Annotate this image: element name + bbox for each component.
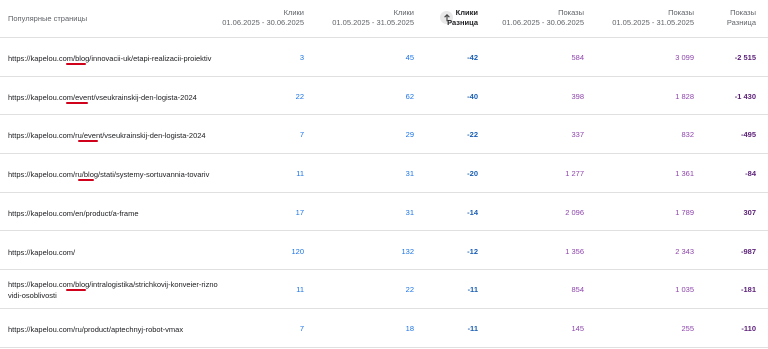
impressions-difference: -1 430	[734, 91, 756, 101]
header-clicks-previous-period: 01.05.2025 - 31.05.2025	[332, 18, 414, 27]
header-impr-previous-period: 01.05.2025 - 31.05.2025	[612, 18, 694, 27]
clicks-current: 17	[295, 207, 304, 217]
impressions-previous: 1 361	[675, 169, 694, 179]
table-row[interactable]: https://kapelou.com/120 132 -12 1 356 2 343 -…	[0, 232, 768, 271]
header-impr-diff-sublabel: Разница	[726, 18, 756, 27]
impressions-current: 2 096	[565, 207, 584, 217]
clicks-current: 7	[299, 130, 304, 140]
page-url-line: https://kapelou.com/event/vseukrainskij-…	[8, 92, 197, 102]
impressions-previous: 1 828	[675, 91, 694, 101]
header-clicks-previous-label: Клики	[393, 8, 414, 17]
header-clicks-diff-label: Клики	[455, 8, 478, 17]
clicks-difference: -14	[467, 207, 478, 217]
clicks-current: 22	[295, 91, 304, 101]
header-impr-previous[interactable]: Показы 01.05.2025 - 31.05.2025	[612, 8, 694, 28]
header-clicks-diff[interactable]: Клики Разница	[447, 8, 478, 28]
clicks-difference: -40	[467, 91, 478, 101]
impressions-current: 398	[571, 91, 584, 101]
impressions-difference: -110	[741, 323, 756, 333]
impressions-previous: 255	[681, 323, 694, 333]
clicks-difference: -12	[467, 246, 478, 256]
clicks-current: 7	[299, 323, 304, 333]
header-impr-diff[interactable]: Показы Разница	[727, 8, 756, 28]
impressions-difference: -181	[740, 285, 756, 295]
page-url-line: https://kapelou.com/	[8, 247, 76, 257]
impressions-previous: 2 343	[675, 246, 694, 256]
clicks-previous: 132	[401, 246, 414, 256]
red-underline-annotation	[66, 63, 86, 65]
impressions-previous: 3 099	[675, 53, 694, 62]
header-impr-current-label: Показы	[558, 8, 584, 17]
impressions-current: 1 277	[565, 169, 584, 179]
table-header: Популярные страницы Клики 01.06.2025 - 3…	[0, 0, 768, 38]
header-impr-previous-label: Показы	[668, 8, 694, 17]
clicks-current: 11	[296, 169, 304, 179]
table-row[interactable]: https://kapelou.com/ru/product/aptechnyj…	[0, 309, 768, 348]
impressions-difference: -2 515	[734, 53, 756, 62]
page-url-link[interactable]: https://kapelou.com/ru/event/vseukrainsk…	[8, 130, 228, 141]
impressions-current: 584	[571, 53, 584, 62]
table-row[interactable]: https://kapelou.com/en/product/a-frame 17…	[0, 193, 768, 232]
impressions-difference: -84	[745, 169, 756, 179]
clicks-current: 3	[299, 53, 304, 62]
clicks-previous: 22	[405, 285, 414, 295]
table-row[interactable]: https://kapelou.com/ru/event/vseukrainsk…	[0, 115, 768, 155]
header-clicks-current-label: Клики	[283, 8, 304, 17]
page-url-link[interactable]: https://kapelou.com/en/product/a-frame	[8, 208, 228, 219]
header-pages[interactable]: Популярные страницы	[8, 14, 87, 24]
clicks-difference: -22	[467, 130, 478, 140]
page-url-link[interactable]: https://kapelou.com/blog/intralogistika/…	[8, 279, 228, 301]
page-url-line-2: vidi-osoblivosti	[8, 291, 57, 301]
clicks-difference: -11	[467, 285, 478, 295]
clicks-difference: -20	[467, 169, 478, 179]
impressions-current: 145	[571, 323, 584, 333]
page-url-line: https://kapelou.com/en/product/a-frame	[8, 208, 139, 218]
red-underline-annotation	[66, 101, 88, 104]
clicks-previous: 62	[405, 91, 414, 101]
clicks-previous: 29	[405, 130, 414, 140]
clicks-previous: 31	[405, 207, 414, 217]
impressions-previous: 1 789	[675, 207, 694, 217]
page-url-line: https://kapelou.com/ru/event/vseukrainsk…	[8, 131, 206, 141]
header-clicks-current-period: 01.06.2025 - 30.06.2025	[222, 18, 304, 27]
header-impr-current-period: 01.06.2025 - 30.06.2025	[502, 18, 584, 27]
page-url-line: https://kapelou.com/ru/product/aptechnyj…	[8, 324, 184, 334]
page-url-link[interactable]: https://kapelou.com/event/vseukrainskij-…	[8, 92, 228, 103]
red-underline-annotation	[78, 140, 98, 143]
red-underline-annotation	[66, 289, 86, 292]
table-row[interactable]: https://kapelou.com/ru/blog/stati/system…	[0, 154, 768, 193]
header-impr-diff-label: Показы	[730, 8, 756, 17]
clicks-previous: 31	[405, 169, 414, 179]
red-underline-annotation	[78, 179, 94, 182]
clicks-previous: 45	[405, 53, 414, 62]
impressions-previous: 1 035	[675, 285, 694, 295]
impressions-current: 337	[571, 130, 584, 140]
header-clicks-current[interactable]: Клики 01.06.2025 - 30.06.2025	[222, 8, 304, 28]
page-url-link[interactable]: https://kapelou.com/blog/innovacii-uk/et…	[8, 53, 228, 64]
header-impr-current[interactable]: Показы 01.06.2025 - 30.06.2025	[502, 8, 584, 28]
header-clicks-diff-sublabel: Разница	[447, 18, 478, 27]
table-row[interactable]: https://kapelou.com/event/vseukrainskij-…	[0, 77, 768, 116]
page-url-line: https://kapelou.com/blog/innovacii-uk/et…	[8, 54, 212, 63]
clicks-difference: -11	[467, 323, 478, 333]
impressions-current: 854	[571, 285, 584, 295]
page-url-line: https://kapelou.com/ru/blog/stati/system…	[8, 170, 210, 180]
clicks-current: 120	[291, 246, 304, 256]
impressions-previous: 832	[681, 130, 694, 140]
page-url-link[interactable]: https://kapelou.com/ru/product/aptechnyj…	[8, 324, 228, 335]
clicks-difference: -42	[467, 53, 478, 62]
page-url-link[interactable]: https://kapelou.com/ru/blog/stati/system…	[8, 169, 228, 180]
table-row[interactable]: https://kapelou.com/blog/innovacii-uk/et…	[0, 38, 768, 77]
impressions-difference: -495	[740, 130, 756, 140]
impressions-current: 1 356	[565, 246, 584, 256]
table-row[interactable]: https://kapelou.com/blog/intralogistika/…	[0, 270, 768, 309]
clicks-previous: 18	[405, 323, 414, 333]
impressions-difference: -987	[740, 246, 756, 256]
page-url-line: https://kapelou.com/blog/intralogistika/…	[8, 280, 218, 290]
header-clicks-previous[interactable]: Клики 01.05.2025 - 31.05.2025	[332, 8, 414, 28]
impressions-difference: 307	[743, 207, 756, 217]
clicks-current: 11	[296, 285, 304, 295]
page-url-link[interactable]: https://kapelou.com/	[8, 247, 228, 258]
